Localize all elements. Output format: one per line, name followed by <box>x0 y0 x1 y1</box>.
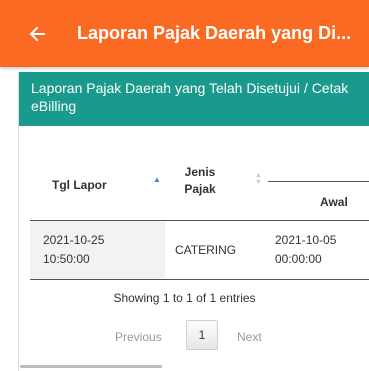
page-title: Laporan Pajak Daerah yang Di... <box>77 23 352 43</box>
sort-both-icon: ▲ ▼ <box>255 172 262 186</box>
sort-asc-icon: ▲ <box>153 175 161 184</box>
table-row: 2021-10-25 10:50:00 CATERING 2021-10-05 … <box>30 221 369 279</box>
cell-tgl-lapor-date: 2021-10-25 <box>43 233 105 247</box>
column-header-awal[interactable]: Awal <box>320 195 348 209</box>
column-header-jenis-line1: Jenis <box>184 165 216 179</box>
next-button[interactable]: Next <box>237 330 262 344</box>
cell-awal-time: 00:00:00 <box>275 252 322 266</box>
cell-awal-date: 2021-10-05 <box>275 233 337 247</box>
column-header-jenis-line2: Pajak <box>184 182 216 196</box>
cell-tgl-lapor: 2021-10-25 10:50:00 <box>43 231 104 269</box>
column-header-jenis-pajak[interactable]: Jenis Pajak <box>182 164 218 198</box>
previous-button[interactable]: Previous <box>115 330 162 344</box>
cell-tgl-lapor-time: 10:50:00 <box>43 252 90 266</box>
card-header: Laporan Pajak Daerah yang Telah Disetuju… <box>19 72 369 126</box>
table-row-border <box>30 279 369 280</box>
column-header-tgl-lapor[interactable]: Tgl Lapor <box>52 178 107 192</box>
cell-jenis-pajak: CATERING <box>175 243 237 257</box>
header-group-divider <box>268 181 369 182</box>
back-button[interactable] <box>25 22 49 46</box>
cell-awal: 2021-10-05 00:00:00 <box>275 231 336 269</box>
arrow-left-icon <box>29 26 45 41</box>
app-bar: Laporan Pajak Daerah yang Di... <box>0 0 369 67</box>
entries-info: Showing 1 to 1 of 1 entries <box>113 291 256 305</box>
page-1-button[interactable]: 1 <box>186 320 218 350</box>
horizontal-scrollbar[interactable] <box>20 365 162 368</box>
